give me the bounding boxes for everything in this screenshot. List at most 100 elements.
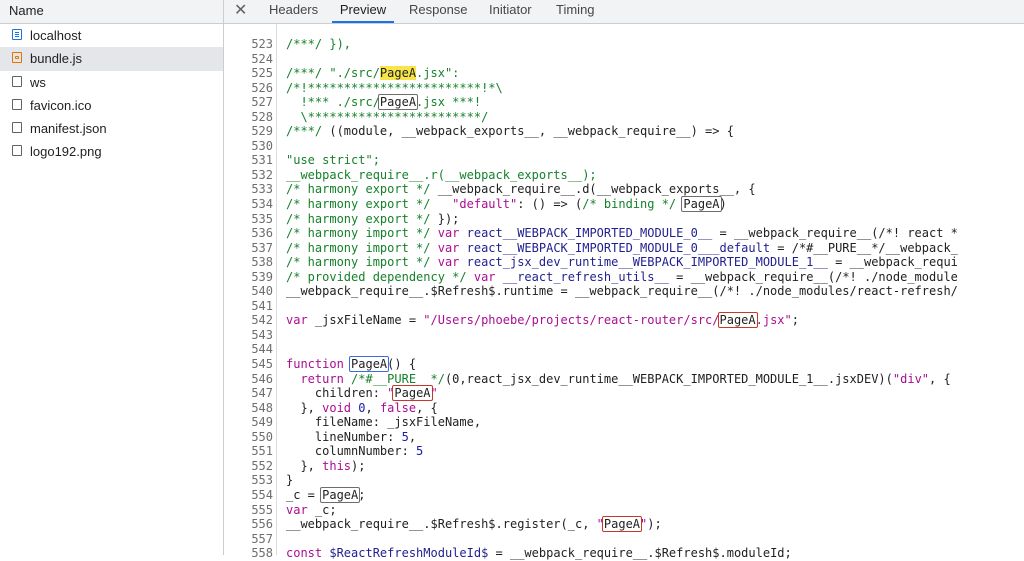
tab-headers[interactable]: Headers bbox=[269, 0, 318, 23]
code-preview[interactable]: 523/***/ }), 524 525/***/ "./src/PageA.jsx… bbox=[224, 37, 1024, 561]
line-number: 552 bbox=[251, 458, 273, 473]
code-line: 537 /* harmony import */ var react__WEBPA… bbox=[224, 241, 1024, 256]
close-icon[interactable]: ✕ bbox=[234, 0, 247, 21]
code-token: " bbox=[430, 386, 438, 401]
code-token: = __webpack_require__(/*! ./node_module bbox=[668, 269, 958, 284]
code-token: ; bbox=[358, 487, 366, 502]
line-number: 558 bbox=[251, 546, 273, 561]
code-text: "use strict"; bbox=[286, 153, 380, 168]
code-text: /***/ ((module, __webpack_exports__, __w… bbox=[286, 124, 734, 139]
code-line: 534 /* harmony export */ "default": () =>… bbox=[224, 196, 1024, 213]
request-row[interactable]: ws bbox=[0, 71, 223, 94]
line-number: 546 bbox=[251, 371, 273, 386]
code-token: PageA bbox=[392, 385, 433, 402]
code-token: this bbox=[322, 458, 352, 473]
line-number: 538 bbox=[251, 255, 273, 270]
line-number: 527 bbox=[251, 95, 273, 110]
code-token: "div" bbox=[892, 371, 930, 386]
request-name: favicon.ico bbox=[30, 97, 92, 113]
request-row[interactable]: logo192.png bbox=[0, 140, 223, 163]
code-token: __react_refresh_utils__ bbox=[502, 269, 669, 284]
code-token: /***/ "./src/ bbox=[286, 66, 380, 81]
code-line: 542 var _jsxFileName = "/Users/phoebe/pro… bbox=[224, 312, 1024, 329]
tab-preview[interactable]: Preview bbox=[332, 0, 394, 23]
request-row[interactable]: favicon.ico bbox=[0, 94, 223, 117]
line-number: 556 bbox=[251, 517, 273, 532]
code-token: var bbox=[437, 255, 467, 270]
code-line: 541 bbox=[224, 299, 1024, 314]
line-number: 537 bbox=[251, 240, 273, 255]
code-token: (0,react_jsx_dev_runtime__WEBPACK_IMPORT… bbox=[444, 371, 893, 386]
code-token: /* harmony export */ bbox=[286, 211, 438, 226]
file-icon bbox=[12, 98, 22, 110]
code-line: 550 lineNumber: 5, bbox=[224, 430, 1024, 445]
line-number: 541 bbox=[251, 298, 273, 313]
request-row[interactable]: bundle.js bbox=[0, 47, 223, 71]
code-text: /***/ "./src/PageA.jsx": bbox=[286, 66, 459, 81]
tab-response[interactable]: Response bbox=[409, 0, 468, 23]
line-number: 553 bbox=[251, 473, 273, 488]
code-token: __webpack_require__.r(__webpack_exports_… bbox=[286, 167, 597, 182]
code-line: 557 bbox=[224, 532, 1024, 547]
code-token: 5 bbox=[401, 429, 409, 444]
code-token: fileName: _jsxFileName, bbox=[286, 415, 482, 430]
code-text: /* harmony import */ var react__WEBPACK_… bbox=[286, 226, 958, 241]
code-line: 531 "use strict"; bbox=[224, 153, 1024, 168]
code-token: react__WEBPACK_IMPORTED_MODULE_0__ bbox=[466, 226, 713, 241]
tab-timing[interactable]: Timing bbox=[556, 0, 595, 23]
code-token: var bbox=[437, 240, 467, 255]
code-line: 533 /* harmony export */ __webpack_requir… bbox=[224, 182, 1024, 197]
request-name: localhost bbox=[30, 28, 82, 43]
code-text: _c = PageA; bbox=[286, 486, 366, 503]
line-number: 543 bbox=[251, 327, 273, 342]
code-line: 547 children: "PageA" bbox=[224, 385, 1024, 402]
file-icon bbox=[12, 145, 22, 157]
code-line: 536 /* harmony import */ var react__WEBPA… bbox=[224, 226, 1024, 241]
line-number: 539 bbox=[251, 269, 273, 284]
code-token: , bbox=[365, 400, 380, 415]
code-text: /***/ }), bbox=[286, 37, 351, 52]
line-number: 544 bbox=[251, 342, 273, 357]
code-text: function PageA() { bbox=[286, 356, 416, 373]
code-text: /* harmony import */ var react__WEBPACK_… bbox=[286, 241, 958, 256]
code-token: .jsx": bbox=[416, 66, 460, 81]
code-token: /* harmony import */ bbox=[286, 240, 438, 255]
code-token: PageA bbox=[681, 196, 722, 213]
code-text: /* harmony import */ var react_jsx_dev_r… bbox=[286, 255, 958, 270]
code-line: 549 fileName: _jsxFileName, bbox=[224, 415, 1024, 430]
code-token: , { bbox=[416, 400, 438, 415]
name-column-header[interactable]: Name bbox=[0, 0, 223, 24]
code-token: .jsx ***! bbox=[416, 95, 482, 110]
tab-initiator[interactable]: Initiator bbox=[489, 0, 532, 23]
code-text: __webpack_require__.r(__webpack_exports_… bbox=[286, 168, 597, 183]
code-token: react__WEBPACK_IMPORTED_MODULE_0___defau… bbox=[466, 240, 771, 255]
code-token: /* harmony export */ bbox=[286, 197, 453, 212]
request-row[interactable]: manifest.json bbox=[0, 117, 223, 140]
line-number: 532 bbox=[251, 167, 273, 182]
code-token: /***/ bbox=[286, 124, 330, 139]
code-line: 558 const $ReactRefreshModuleId$ = __webp… bbox=[224, 546, 1024, 561]
line-number: 548 bbox=[251, 400, 273, 415]
request-details-panel: ✕ Headers Preview Response Initiator Tim… bbox=[224, 0, 1024, 560]
code-token: }); bbox=[437, 211, 460, 226]
code-text: !*** ./src/PageA.jsx ***! bbox=[286, 94, 482, 111]
code-line: 548 }, void 0, false, { bbox=[224, 401, 1024, 416]
code-text: __webpack_require__.$Refresh$.register(_… bbox=[286, 516, 662, 533]
line-number: 530 bbox=[251, 138, 273, 153]
code-token: /* harmony import */ bbox=[286, 226, 438, 241]
code-line: 556 __webpack_require__.$Refresh$.registe… bbox=[224, 516, 1024, 533]
line-number: 536 bbox=[251, 226, 273, 241]
line-number: 525 bbox=[251, 66, 273, 81]
code-line: 540 __webpack_require__.$Refresh$.runtime… bbox=[224, 284, 1024, 299]
request-row[interactable]: localhost bbox=[0, 24, 223, 47]
code-token: /* provided dependency */ bbox=[286, 269, 474, 284]
code-token: var bbox=[286, 502, 315, 517]
document-icon bbox=[12, 29, 22, 40]
code-token: function bbox=[286, 357, 352, 372]
line-number: 550 bbox=[251, 429, 273, 444]
code-line: 525 /***/ "./src/PageA.jsx": bbox=[224, 66, 1024, 81]
script-icon bbox=[12, 52, 22, 64]
code-token: , { bbox=[929, 371, 951, 386]
request-list-panel: Name localhost bundle.js ws favicon.ico mani… bbox=[0, 0, 224, 555]
code-token: } bbox=[286, 473, 294, 488]
